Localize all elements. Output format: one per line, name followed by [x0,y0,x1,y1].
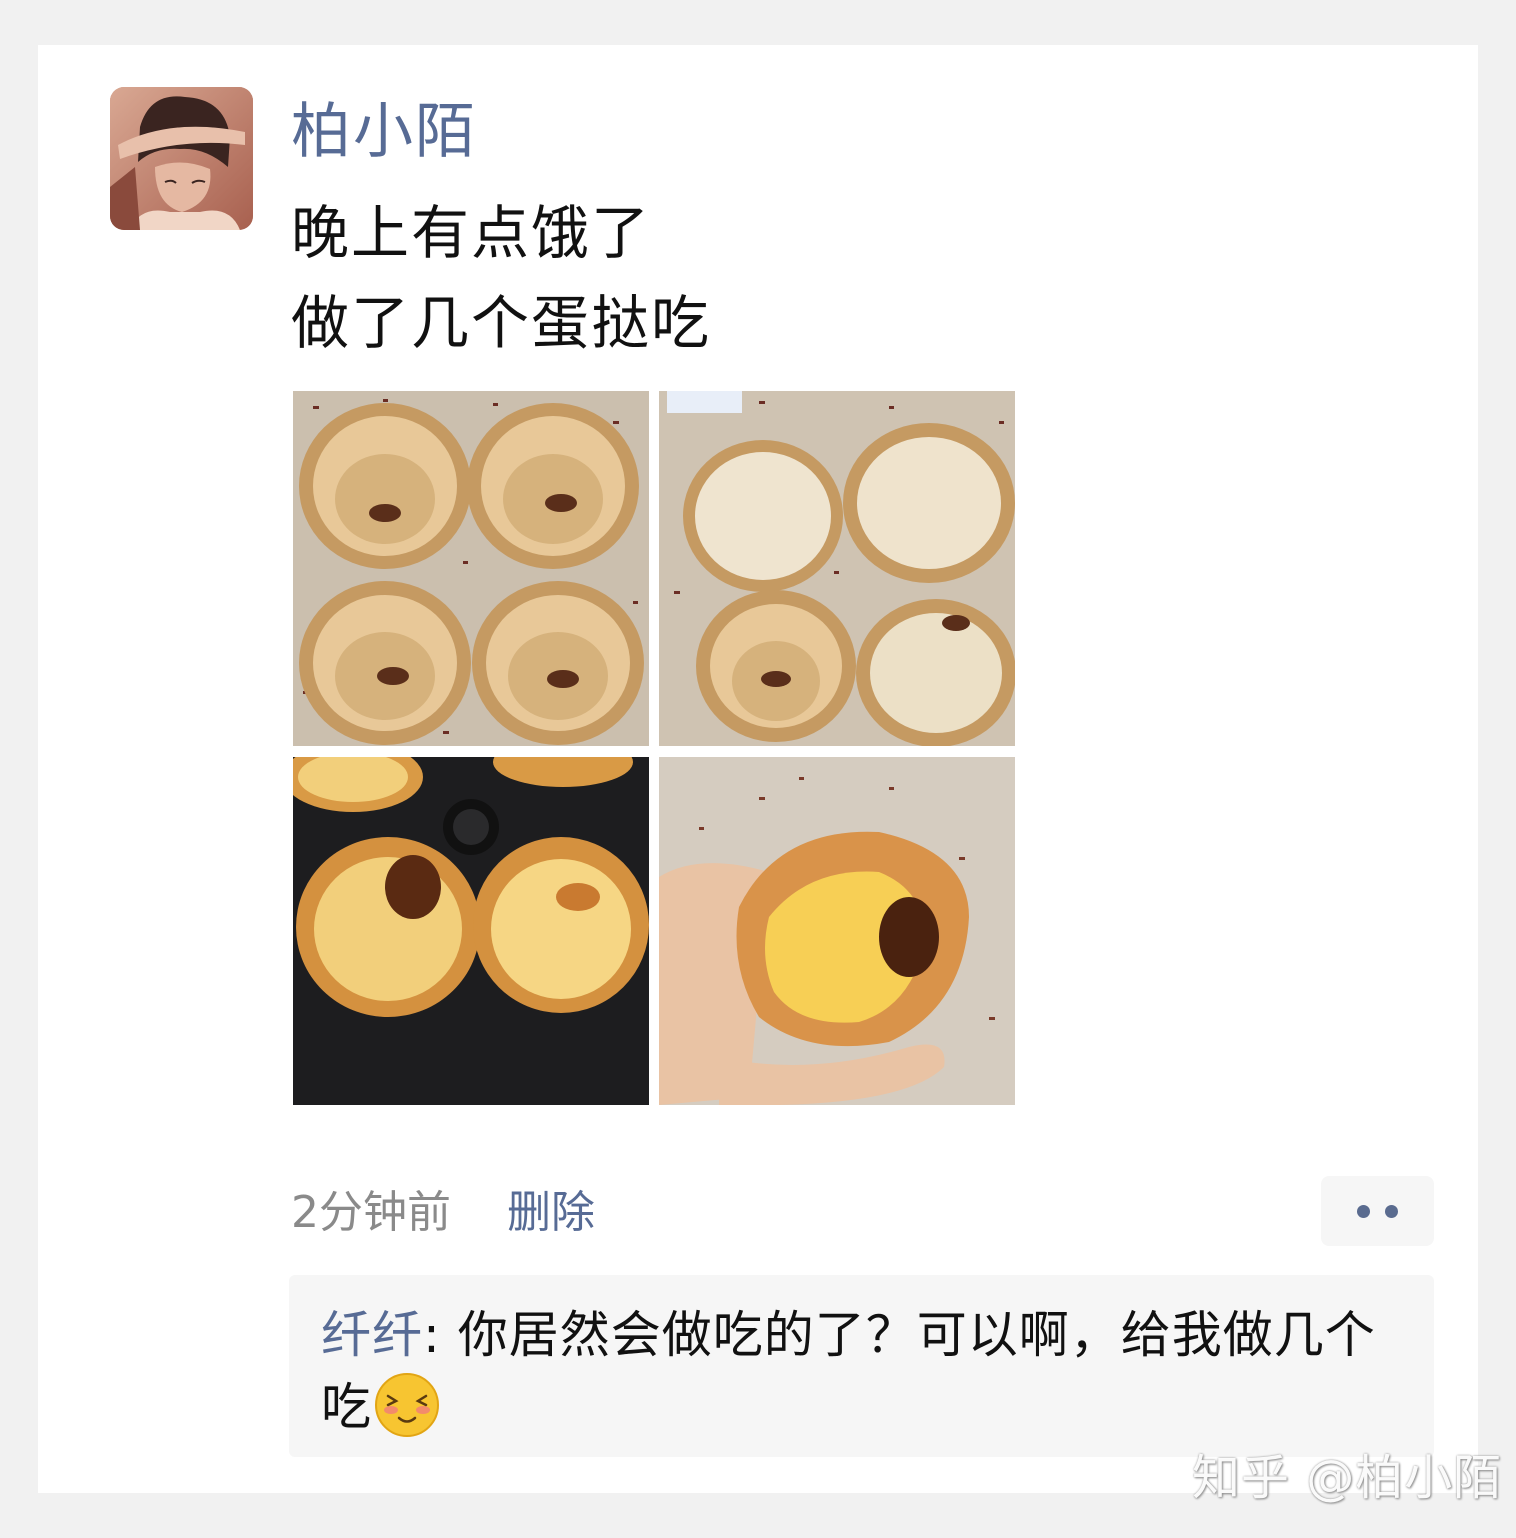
photo-empty-tart-shells[interactable] [293,391,649,746]
more-dot-icon [1357,1205,1370,1218]
post-text: 晚上有点饿了 做了几个蛋挞吃 [291,188,711,368]
comment-author[interactable]: 纤纤 [321,1306,423,1364]
watermark: 知乎 @柏小陌 [1192,1450,1503,1506]
photo-tart-in-hand[interactable] [659,757,1015,1105]
more-actions-button[interactable] [1321,1176,1434,1246]
photo-baked-tarts-air-fryer[interactable] [293,757,649,1105]
post-timestamp: 2分钟前 [291,1187,451,1238]
blushing-smile-emoji-icon [374,1372,440,1438]
comment-item: 纤纤: 你居然会做吃的了？可以啊，给我做几个吃 [321,1299,1411,1443]
photo-filled-tart-shells[interactable] [659,391,1015,746]
comment-separator: : [423,1306,458,1364]
more-dot-icon [1385,1205,1398,1218]
post-text-line: 晚上有点饿了 [291,199,652,267]
author-avatar[interactable] [110,87,253,230]
author-name[interactable]: 柏小陌 [291,96,477,168]
post-text-line: 做了几个蛋挞吃 [291,289,712,357]
comment-body: 你居然会做吃的了？可以啊，给我做几个吃 [321,1306,1376,1436]
comment-section: 纤纤: 你居然会做吃的了？可以啊，给我做几个吃 [289,1275,1434,1457]
delete-link[interactable]: 删除 [507,1183,595,1243]
